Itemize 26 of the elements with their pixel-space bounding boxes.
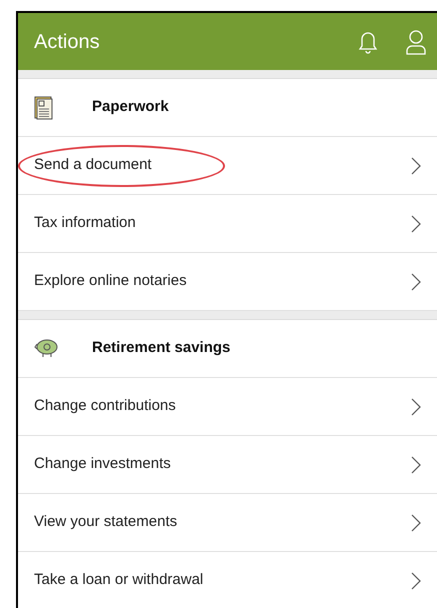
- piggy-bank-icon: [34, 338, 60, 360]
- chevron-right-icon: [411, 214, 421, 232]
- action-label: View your statements: [34, 512, 178, 532]
- action-label: Send a document: [34, 155, 152, 176]
- header-title: Actions: [34, 30, 101, 54]
- section-title: Retirement savings: [92, 338, 230, 358]
- chevron-right-icon: [411, 572, 421, 590]
- chevron-right-icon: [411, 514, 421, 532]
- document-icon: [34, 96, 54, 120]
- action-row[interactable]: Change contributions: [18, 378, 437, 436]
- action-row[interactable]: View your statements: [18, 494, 437, 552]
- action-row[interactable]: Tax information: [18, 195, 437, 253]
- chevron-right-icon: [411, 456, 421, 474]
- action-label: Take a loan or withdrawal: [34, 570, 204, 590]
- chevron-right-icon: [411, 156, 421, 174]
- action-label: Explore online notaries: [34, 271, 187, 292]
- action-label: Change investments: [34, 454, 171, 474]
- action-label: Tax information: [34, 213, 136, 234]
- action-row[interactable]: Send a document: [18, 137, 437, 195]
- chevron-right-icon: [411, 398, 421, 416]
- action-label: Change contributions: [34, 396, 176, 416]
- action-row[interactable]: Change investments: [18, 436, 437, 494]
- section-title: Paperwork: [92, 97, 169, 118]
- action-row[interactable]: Take a loan or withdrawal: [18, 552, 437, 608]
- user-icon[interactable]: [405, 28, 427, 54]
- chevron-right-icon: [411, 272, 421, 290]
